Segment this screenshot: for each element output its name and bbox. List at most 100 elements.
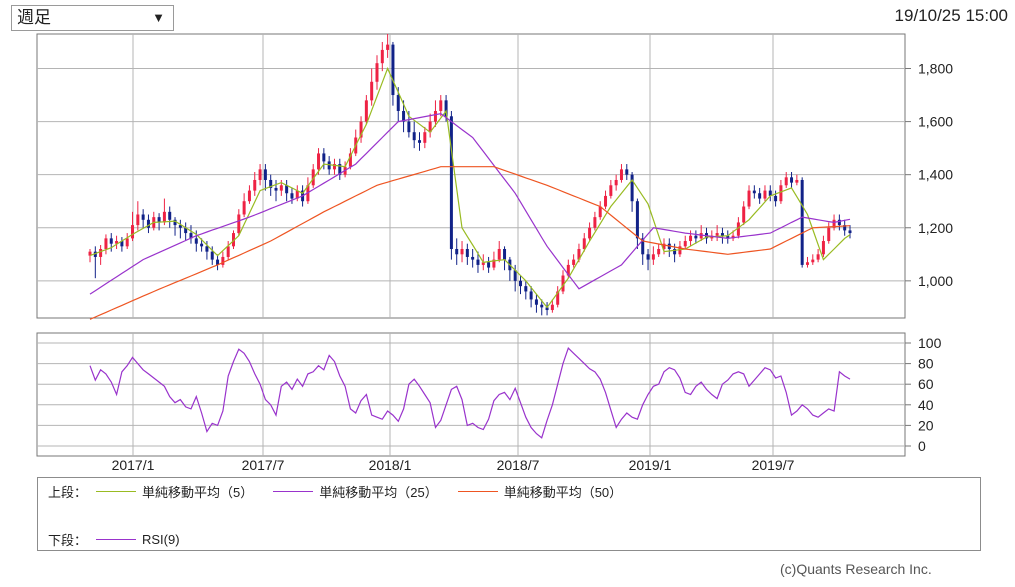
rsi-y-tick-label: 40: [918, 397, 934, 413]
candle-body: [604, 195, 608, 207]
candle-body: [210, 251, 214, 260]
candle-body: [290, 193, 294, 199]
candle-body: [263, 169, 267, 180]
candle-body: [848, 230, 852, 234]
candle-body: [221, 256, 225, 265]
candle-body: [476, 259, 480, 265]
candle-body: [646, 254, 650, 260]
candle-body: [720, 233, 724, 236]
legend-item-ma5: 単純移動平均（5）: [96, 482, 253, 501]
candle-body: [630, 174, 634, 202]
candle-body: [625, 169, 629, 175]
candle-body: [518, 280, 522, 287]
x-tick-label: 2018/7: [497, 457, 540, 473]
candle-body: [99, 248, 103, 257]
x-tick-label: 2019/7: [752, 457, 795, 473]
candle-body: [412, 132, 416, 141]
candle-body: [279, 185, 283, 191]
candle-body: [487, 262, 491, 268]
candle-body: [237, 214, 241, 234]
candle-body: [141, 214, 145, 220]
legend: 上段： 単純移動平均（5） 単純移動平均（25） 単純移動平均（50） 下段： …: [37, 477, 981, 551]
rsi-panel-frame: [36, 332, 906, 457]
legend-rsi-label: RSI(9): [142, 532, 180, 547]
candle-body: [609, 185, 613, 196]
rsi-y-tick-label: 60: [918, 376, 934, 392]
x-tick-label: 2017/1: [112, 457, 155, 473]
candle-body: [742, 206, 746, 223]
candle-body: [588, 227, 592, 239]
candle-body: [758, 193, 762, 199]
candle-body: [784, 177, 788, 186]
candle-body: [131, 225, 135, 239]
legend-swatch-rsi: [96, 539, 136, 540]
candle-body: [635, 201, 639, 239]
candle-body: [572, 259, 576, 265]
candle-body: [752, 190, 756, 194]
candle-body: [471, 256, 475, 260]
candle-body: [694, 235, 698, 239]
candle-body: [423, 132, 427, 143]
candle-body: [497, 248, 501, 260]
legend-swatch-ma5: [96, 491, 136, 492]
rsi-y-tick-label: 0: [918, 438, 926, 454]
candle-body: [162, 211, 166, 223]
x-tick-label: 2017/7: [242, 457, 285, 473]
candle-body: [375, 63, 379, 82]
candle-body: [226, 246, 230, 257]
legend-item-ma25: 単純移動平均（25）: [273, 482, 438, 501]
legend-item-ma50: 単純移動平均（50）: [457, 482, 623, 501]
price-y-tick-label: 1,800: [918, 61, 953, 77]
candle-body: [322, 153, 326, 162]
candle-body: [800, 179, 804, 265]
candle-body: [125, 238, 129, 247]
candle-body: [763, 190, 767, 199]
candle-body: [503, 248, 507, 260]
candle-body: [683, 241, 687, 247]
candle-body: [242, 201, 246, 215]
legend-ma5-label: 単純移動平均（5）: [142, 485, 254, 500]
candle-body: [258, 169, 262, 180]
candle-body: [816, 254, 820, 260]
legend-upper-row: 上段： 単純移動平均（5） 単純移動平均（25） 単純移動平均（50）: [48, 482, 642, 501]
x-tick-label: 2018/1: [369, 457, 412, 473]
candle-body: [795, 179, 799, 183]
legend-swatch-ma50: [457, 491, 498, 492]
candle-body: [779, 185, 783, 202]
candle-body: [136, 214, 140, 226]
candle-body: [396, 95, 400, 111]
candle-body: [821, 241, 825, 255]
legend-lower-row: 下段： RSI(9): [48, 530, 200, 549]
candle-body: [774, 195, 778, 202]
candle-body: [253, 179, 257, 191]
copyright: (c)Quants Research Inc.: [780, 561, 932, 577]
price-panel-frame: [36, 33, 906, 319]
rsi-y-tick-label: 20: [918, 417, 934, 433]
candle-body: [534, 299, 538, 305]
candle-body: [790, 177, 794, 183]
candle-body: [200, 243, 204, 247]
rsi-y-tick-label: 100: [918, 335, 942, 351]
legend-upper-label: 上段：: [48, 485, 88, 500]
candle-body: [460, 248, 464, 255]
rsi-y-tick-label: 80: [918, 356, 934, 372]
legend-ma50-label: 単純移動平均（50）: [503, 485, 623, 500]
legend-lower-label: 下段：: [48, 533, 88, 548]
candle-body: [109, 238, 113, 244]
candle-body: [593, 217, 597, 228]
candle-body: [811, 259, 815, 263]
candle-body: [364, 100, 368, 122]
candle-body: [205, 246, 209, 252]
candle-body: [689, 235, 693, 242]
candle-body: [805, 262, 809, 265]
legend-swatch-ma25: [273, 491, 314, 492]
candle-body: [550, 304, 554, 311]
candle-body: [614, 179, 618, 186]
candle-body: [391, 44, 395, 96]
candle-body: [715, 233, 719, 236]
candle-body: [619, 169, 623, 180]
candle-body: [465, 248, 469, 257]
candle-body: [524, 286, 528, 292]
candle-body: [317, 153, 321, 170]
candle-body: [194, 238, 198, 244]
